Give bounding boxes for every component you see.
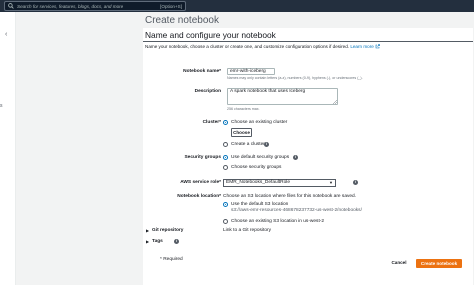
caret-right-icon[interactable]: ▶ xyxy=(146,228,149,234)
global-search-input[interactable]: Search for services, features, blogs, do… xyxy=(4,1,186,11)
security-choose-label: Choose security groups xyxy=(231,165,282,170)
notebook-config-panel: Name and configure your notebook Name yo… xyxy=(143,28,473,285)
search-icon xyxy=(8,3,14,9)
info-icon[interactable]: i xyxy=(264,142,269,147)
service-role-select[interactable]: EMR_Notebooks_DefaultRole ▼ xyxy=(223,179,336,187)
cancel-button[interactable]: Cancel xyxy=(386,259,412,268)
caret-right-icon[interactable]: ▶ xyxy=(146,239,149,245)
security-choose-radio[interactable] xyxy=(223,165,228,170)
tags-label[interactable]: Tags xyxy=(152,239,163,245)
cluster-label: Cluster* xyxy=(202,120,221,125)
notebook-name-label: Notebook name* xyxy=(183,69,221,74)
location-existing-label: Choose an existing S3 location in us-wes… xyxy=(231,219,325,224)
chevron-down-icon: ▼ xyxy=(329,180,333,185)
cluster-create-label: Create a cluster xyxy=(231,142,265,147)
search-placeholder: Search for services, features, blogs, do… xyxy=(17,4,124,9)
notebook-location-intro: Choose an S3 location where files for th… xyxy=(223,194,357,199)
description-hint: 256 characters max. xyxy=(227,107,260,111)
top-navigation-bar: Search for services, features, blogs, do… xyxy=(0,0,474,12)
security-groups-label: Security groups xyxy=(184,155,221,160)
side-navigation: ‹ s xyxy=(0,12,16,285)
location-existing-radio[interactable] xyxy=(223,219,228,224)
notebook-name-input[interactable]: emr-with-iceberg xyxy=(227,68,275,75)
service-role-label: AWS service role* xyxy=(180,180,221,185)
security-default-label: Use default security groups xyxy=(231,155,290,160)
info-icon[interactable]: i xyxy=(353,180,358,185)
page-title: Create notebook xyxy=(145,15,219,26)
location-default-radio[interactable] xyxy=(223,202,228,207)
notebook-name-hint: Names may only contain letters (a-z), nu… xyxy=(227,76,363,80)
chevron-left-icon[interactable]: ‹ xyxy=(5,31,7,38)
choose-cluster-button[interactable]: Choose xyxy=(231,128,252,137)
git-repository-value: Link to a Git repository xyxy=(223,228,271,233)
security-default-radio[interactable] xyxy=(223,155,228,160)
external-link-icon xyxy=(375,44,380,49)
description-label: Description xyxy=(194,89,221,94)
required-note: * Required xyxy=(160,257,183,262)
notebook-location-label: Notebook location* xyxy=(177,194,221,199)
location-default-path: s3://aws-emr-resources-468678237732-us-w… xyxy=(231,208,362,213)
section-title: Name and configure your notebook xyxy=(145,30,276,40)
section-description: Name your notebook, choose a cluster or … xyxy=(145,44,380,50)
learn-more-link[interactable]: Learn more xyxy=(350,44,374,49)
cluster-existing-label: Choose an existing cluster xyxy=(231,120,288,125)
cluster-existing-radio[interactable] xyxy=(223,120,228,125)
description-textarea[interactable]: A spark notebook that uses Iceberg xyxy=(227,88,338,105)
info-icon[interactable]: i xyxy=(174,239,179,244)
create-notebook-button[interactable]: Create notebook xyxy=(416,259,462,268)
side-nav-marker: s xyxy=(0,103,3,109)
section-divider xyxy=(143,41,473,42)
resize-handle-icon xyxy=(333,100,337,104)
search-shortcut: [Option+S] xyxy=(160,4,182,9)
info-icon[interactable]: i xyxy=(293,155,298,160)
cluster-create-radio[interactable] xyxy=(223,142,228,147)
git-repository-label[interactable]: Git repository xyxy=(152,228,183,234)
